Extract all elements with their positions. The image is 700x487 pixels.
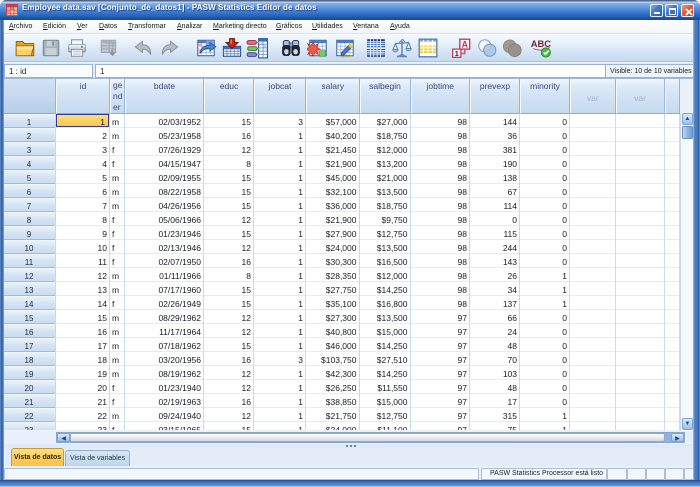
- svg-text:ABC: ABC: [531, 39, 551, 49]
- svg-text:1: 1: [455, 49, 460, 58]
- svg-text:A: A: [462, 39, 469, 49]
